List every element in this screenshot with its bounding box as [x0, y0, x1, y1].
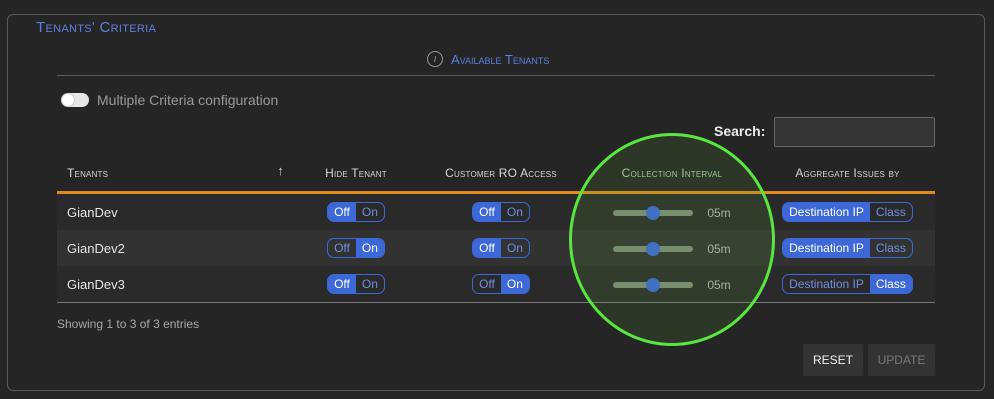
tenant-name: GianDev2: [57, 230, 294, 266]
collection-interval-cell: 05m: [584, 230, 760, 266]
destination-ip-option[interactable]: Destination IP: [783, 275, 870, 293]
column-header-aggregate-issues-by[interactable]: Aggregate Issues by: [760, 154, 935, 194]
on-option[interactable]: On: [501, 239, 529, 257]
off-option[interactable]: Off: [328, 275, 356, 293]
tenant-name: GianDev3: [57, 266, 294, 303]
column-header-hide-tenant[interactable]: Hide Tenant: [294, 154, 418, 194]
hide-tenant-toggle[interactable]: Off On: [327, 238, 385, 258]
off-option[interactable]: Off: [473, 275, 501, 293]
column-header-tenants[interactable]: Tenants ↑: [57, 154, 294, 194]
ro-access-cell: Off On: [418, 266, 584, 303]
multiple-criteria-row: Multiple Criteria configuration: [61, 92, 278, 108]
collection-interval-slider[interactable]: [613, 277, 694, 292]
collection-interval-cell: 05m: [584, 192, 760, 230]
ro-access-cell: Off On: [418, 230, 584, 266]
off-option[interactable]: Off: [473, 239, 501, 257]
slider-knob[interactable]: [646, 277, 661, 292]
sort-icon[interactable]: ↑: [277, 163, 284, 178]
destination-ip-option[interactable]: Destination IP: [783, 203, 870, 221]
available-tenants-label: Available Tenants: [451, 51, 550, 67]
info-icon[interactable]: i: [427, 51, 443, 67]
interval-value: 05m: [707, 205, 731, 220]
collection-interval-slider[interactable]: [613, 205, 694, 220]
tenants-table: Tenants ↑ Hide Tenant Customer RO Access…: [57, 154, 935, 303]
on-option[interactable]: On: [356, 275, 384, 293]
aggregate-cell: Destination IP Class: [760, 266, 935, 303]
update-button[interactable]: UPDATE: [868, 344, 935, 376]
class-option[interactable]: Class: [870, 239, 912, 257]
collection-interval-cell: 05m: [584, 266, 760, 303]
multiple-criteria-label: Multiple Criteria configuration: [97, 92, 279, 108]
class-option[interactable]: Class: [870, 203, 912, 221]
aggregate-toggle[interactable]: Destination IP Class: [782, 202, 913, 222]
column-header-customer-ro-access[interactable]: Customer RO Access: [418, 154, 584, 194]
entries-info: Showing 1 to 3 of 3 entries: [57, 317, 200, 331]
off-option[interactable]: Off: [473, 203, 501, 221]
on-option[interactable]: On: [501, 203, 529, 221]
ro-access-toggle[interactable]: Off On: [472, 202, 530, 222]
hide-tenant-toggle[interactable]: Off On: [327, 202, 385, 222]
on-option[interactable]: On: [355, 239, 384, 257]
destination-ip-option[interactable]: Destination IP: [783, 239, 870, 257]
class-option[interactable]: Class: [869, 275, 912, 293]
off-option[interactable]: Off: [328, 203, 356, 221]
on-option[interactable]: On: [356, 203, 384, 221]
ro-access-cell: Off On: [418, 192, 584, 230]
hide-tenant-cell: Off On: [294, 266, 418, 303]
reset-button[interactable]: RESET: [803, 344, 863, 376]
divider: [57, 75, 935, 76]
available-tenants-heading: i Available Tenants: [427, 49, 549, 69]
on-option[interactable]: On: [500, 275, 529, 293]
table-row: GianDev3 Off On Off On 05m Destination I…: [57, 266, 935, 303]
interval-value: 05m: [707, 241, 731, 256]
aggregate-cell: Destination IP Class: [760, 192, 935, 230]
multiple-criteria-toggle[interactable]: [61, 93, 89, 107]
column-header-label: Tenants: [67, 165, 109, 180]
collection-interval-slider[interactable]: [613, 241, 694, 256]
table-row: GianDev2 Off On Off On 05m Destination I…: [57, 230, 935, 266]
hide-tenant-cell: Off On: [294, 230, 418, 266]
search-label: Search:: [714, 123, 766, 139]
ro-access-toggle[interactable]: Off On: [472, 274, 530, 294]
section-title: Tenants' Criteria: [28, 19, 165, 36]
slider-knob[interactable]: [646, 205, 661, 220]
column-header-collection-interval[interactable]: Collection Interval: [584, 154, 760, 194]
aggregate-toggle[interactable]: Destination IP Class: [782, 274, 913, 294]
off-option[interactable]: Off: [328, 239, 356, 257]
ro-access-toggle[interactable]: Off On: [472, 238, 530, 258]
table-header-row: Tenants ↑ Hide Tenant Customer RO Access…: [57, 154, 935, 194]
slider-knob[interactable]: [646, 241, 661, 256]
tenant-name: GianDev: [57, 192, 294, 230]
table-row: GianDev Off On Off On 05m Destination IP…: [57, 192, 935, 230]
interval-value: 05m: [707, 277, 731, 292]
search-input[interactable]: [774, 117, 935, 147]
aggregate-toggle[interactable]: Destination IP Class: [782, 238, 913, 258]
hide-tenant-toggle[interactable]: Off On: [327, 274, 385, 294]
aggregate-cell: Destination IP Class: [760, 230, 935, 266]
hide-tenant-cell: Off On: [294, 192, 418, 230]
